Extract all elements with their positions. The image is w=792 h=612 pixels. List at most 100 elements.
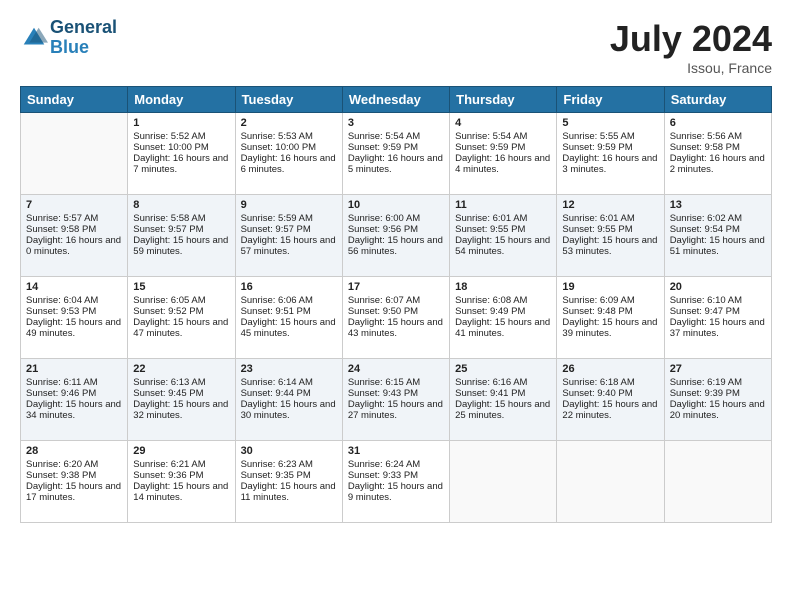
day-number: 11 <box>455 199 551 211</box>
calendar-cell: 16Sunrise: 6:06 AMSunset: 9:51 PMDayligh… <box>235 277 342 359</box>
day-number: 2 <box>241 117 337 129</box>
sunrise-text: Sunrise: 5:52 AM <box>133 131 229 142</box>
day-number: 3 <box>348 117 444 129</box>
sunrise-text: Sunrise: 5:59 AM <box>241 213 337 224</box>
sunset-text: Sunset: 10:00 PM <box>241 142 337 153</box>
calendar-cell: 2Sunrise: 5:53 AMSunset: 10:00 PMDayligh… <box>235 113 342 195</box>
sunrise-text: Sunrise: 6:11 AM <box>26 377 122 388</box>
sunset-text: Sunset: 9:59 PM <box>348 142 444 153</box>
day-number: 14 <box>26 281 122 293</box>
calendar-cell: 19Sunrise: 6:09 AMSunset: 9:48 PMDayligh… <box>557 277 664 359</box>
day-number: 15 <box>133 281 229 293</box>
sunrise-text: Sunrise: 6:05 AM <box>133 295 229 306</box>
sunrise-text: Sunrise: 6:23 AM <box>241 459 337 470</box>
sunrise-text: Sunrise: 6:09 AM <box>562 295 658 306</box>
sunset-text: Sunset: 9:49 PM <box>455 306 551 317</box>
sunset-text: Sunset: 10:00 PM <box>133 142 229 153</box>
daylight-text: Daylight: 15 hours and 59 minutes. <box>133 235 229 257</box>
day-number: 5 <box>562 117 658 129</box>
sunrise-text: Sunrise: 6:13 AM <box>133 377 229 388</box>
day-number: 12 <box>562 199 658 211</box>
daylight-text: Daylight: 15 hours and 47 minutes. <box>133 317 229 339</box>
day-number: 10 <box>348 199 444 211</box>
sunset-text: Sunset: 9:52 PM <box>133 306 229 317</box>
daylight-text: Daylight: 15 hours and 54 minutes. <box>455 235 551 257</box>
daylight-text: Daylight: 15 hours and 43 minutes. <box>348 317 444 339</box>
calendar-cell <box>664 441 771 523</box>
sunset-text: Sunset: 9:48 PM <box>562 306 658 317</box>
calendar-cell: 17Sunrise: 6:07 AMSunset: 9:50 PMDayligh… <box>342 277 449 359</box>
calendar-week-5: 28Sunrise: 6:20 AMSunset: 9:38 PMDayligh… <box>21 441 772 523</box>
day-number: 31 <box>348 445 444 457</box>
calendar-cell: 4Sunrise: 5:54 AMSunset: 9:59 PMDaylight… <box>450 113 557 195</box>
daylight-text: Daylight: 15 hours and 56 minutes. <box>348 235 444 257</box>
sunrise-text: Sunrise: 6:18 AM <box>562 377 658 388</box>
daylight-text: Daylight: 15 hours and 22 minutes. <box>562 399 658 421</box>
header-thursday: Thursday <box>450 87 557 113</box>
sunset-text: Sunset: 9:59 PM <box>562 142 658 153</box>
day-number: 6 <box>670 117 766 129</box>
day-number: 18 <box>455 281 551 293</box>
sunset-text: Sunset: 9:54 PM <box>670 224 766 235</box>
day-number: 20 <box>670 281 766 293</box>
sunrise-text: Sunrise: 6:02 AM <box>670 213 766 224</box>
daylight-text: Daylight: 15 hours and 49 minutes. <box>26 317 122 339</box>
day-number: 21 <box>26 363 122 375</box>
day-number: 19 <box>562 281 658 293</box>
calendar-cell: 21Sunrise: 6:11 AMSunset: 9:46 PMDayligh… <box>21 359 128 441</box>
calendar-cell <box>557 441 664 523</box>
calendar-week-4: 21 Sunrise: 6:11 AMSunset: 9:46 PM Dayligh… <box>21 359 772 441</box>
daylight-text: Daylight: 15 hours and 20 minutes. <box>670 399 766 421</box>
calendar-cell: 30Sunrise: 6:23 AMSunset: 9:35 PMDayligh… <box>235 441 342 523</box>
calendar-cell: 6Sunrise: 5:56 AMSunset: 9:58 PMDaylight… <box>664 113 771 195</box>
sunset-text: Sunset: 9:51 PM <box>241 306 337 317</box>
daylight-text: Daylight: 15 hours and 14 minutes. <box>133 481 229 503</box>
day-number: 30 <box>241 445 337 457</box>
daylight-text: Daylight: 16 hours and 0 minutes. <box>26 235 122 257</box>
calendar-cell: 20Sunrise: 6:10 AMSunset: 9:47 PMDayligh… <box>664 277 771 359</box>
sunrise-text: Sunrise: 5:55 AM <box>562 131 658 142</box>
calendar-cell: 3Sunrise: 5:54 AMSunset: 9:59 PMDaylight… <box>342 113 449 195</box>
title-block: July 2024 Issou, France <box>610 18 772 76</box>
sunrise-text: Sunrise: 6:08 AM <box>455 295 551 306</box>
calendar-cell: 18Sunrise: 6:08 AMSunset: 9:49 PMDayligh… <box>450 277 557 359</box>
sunrise-text: Sunrise: 5:57 AM <box>26 213 122 224</box>
day-number: 22 <box>133 363 229 375</box>
day-number: 26 <box>562 363 658 375</box>
calendar-header-row: SundayMondayTuesdayWednesdayThursdayFrid… <box>21 87 772 113</box>
header-wednesday: Wednesday <box>342 87 449 113</box>
calendar-cell: 15 Sunrise: 6:05 AMSunset: 9:52 PMDayligh… <box>128 277 235 359</box>
day-number: 27 <box>670 363 766 375</box>
calendar-cell <box>450 441 557 523</box>
sunrise-text: Sunrise: 6:21 AM <box>133 459 229 470</box>
sunset-text: Sunset: 9:55 PM <box>562 224 658 235</box>
sunrise-text: Sunrise: 5:58 AM <box>133 213 229 224</box>
daylight-text: Daylight: 15 hours and 9 minutes. <box>348 481 444 503</box>
calendar-cell: 1Sunrise: 5:52 AMSunset: 10:00 PMDayligh… <box>128 113 235 195</box>
calendar-week-3: 14Sunrise: 6:04 AMSunset: 9:53 PMDayligh… <box>21 277 772 359</box>
daylight-text: Daylight: 16 hours and 3 minutes. <box>562 153 658 175</box>
sunset-text: Sunset: 9:50 PM <box>348 306 444 317</box>
calendar-cell: 9Sunrise: 5:59 AMSunset: 9:57 PMDaylight… <box>235 195 342 277</box>
calendar-cell: 29Sunrise: 6:21 AMSunset: 9:36 PMDayligh… <box>128 441 235 523</box>
sunset-text: Sunset: 9:56 PM <box>348 224 444 235</box>
sunrise-text: Sunrise: 5:53 AM <box>241 131 337 142</box>
sunrise-text: Sunrise: 6:07 AM <box>348 295 444 306</box>
sunset-text: Sunset: 9:46 PM <box>26 388 122 399</box>
calendar-week-1: 1Sunrise: 5:52 AMSunset: 10:00 PMDayligh… <box>21 113 772 195</box>
logo-text: General Blue <box>50 18 117 58</box>
sunrise-text: Sunrise: 6:19 AM <box>670 377 766 388</box>
daylight-text: Daylight: 15 hours and 30 minutes. <box>241 399 337 421</box>
daylight-text: Daylight: 15 hours and 27 minutes. <box>348 399 444 421</box>
day-number: 25 <box>455 363 551 375</box>
sunrise-text: Sunrise: 6:15 AM <box>348 377 444 388</box>
calendar: SundayMondayTuesdayWednesdayThursdayFrid… <box>20 86 772 523</box>
day-number: 7 <box>26 199 122 211</box>
sunset-text: Sunset: 9:58 PM <box>670 142 766 153</box>
calendar-week-2: 7Sunrise: 5:57 AMSunset: 9:58 PMDaylight… <box>21 195 772 277</box>
sunrise-text: Sunrise: 6:04 AM <box>26 295 122 306</box>
sunrise-text: Sunrise: 5:54 AM <box>455 131 551 142</box>
day-number: 9 <box>241 199 337 211</box>
page: General Blue July 2024 Issou, France Sun… <box>0 0 792 612</box>
day-number: 28 <box>26 445 122 457</box>
